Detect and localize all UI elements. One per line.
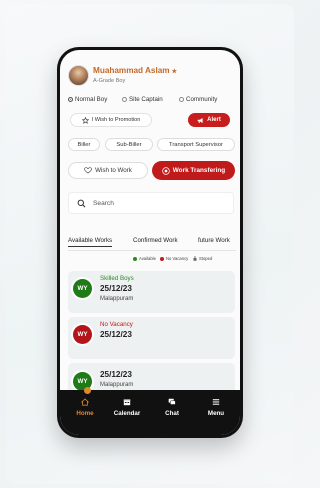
profile-grade: A-Grade Boy <box>93 78 126 84</box>
role-label: Community <box>186 96 218 103</box>
promotion-label: I Wish to Promotion <box>91 117 141 123</box>
nav-label: Home <box>76 410 94 417</box>
nav-label: Menu <box>207 410 225 417</box>
heart-icon <box>84 167 92 174</box>
star-outline-icon <box>81 116 89 124</box>
profile-name: Muahammad Aslam <box>93 66 170 75</box>
work-transfering-button[interactable]: Work Transfering <box>152 161 235 180</box>
wish-to-work-button[interactable]: Wish to Work <box>68 162 148 179</box>
chip-label: Biller <box>77 141 91 148</box>
radio-icon <box>68 97 73 102</box>
role-label: Normal Boy <box>75 96 108 103</box>
work-tabs: Available Works Confirmed Work future Wo… <box>68 237 240 251</box>
job-card[interactable]: WY No Vacancy 25/12/23 <box>68 317 235 359</box>
chip-label: Transport Supervisor <box>169 141 223 148</box>
nav-home[interactable]: Home <box>65 398 105 417</box>
chip-sub-biller[interactable]: Sub-Biller <box>105 138 153 151</box>
legend-stoped: Stoped <box>193 256 212 261</box>
status-legend: Available No Vacancy Stoped <box>133 256 240 264</box>
avatar[interactable] <box>68 65 89 86</box>
alert-label: Alert <box>207 117 221 123</box>
chip-biller[interactable]: Biller <box>68 138 100 151</box>
star-icon: ★ <box>171 69 177 75</box>
active-indicator <box>84 387 91 394</box>
role-label: Site Captain <box>129 96 163 103</box>
promotion-button[interactable]: I Wish to Promotion <box>70 113 152 127</box>
legend-label: Available <box>139 256 156 261</box>
status-dot <box>160 256 164 261</box>
nav-calendar[interactable]: Calendar <box>107 398 147 417</box>
job-location: Malappuram <box>100 382 134 388</box>
calendar-icon <box>123 399 131 406</box>
job-date: 25/12/23 <box>100 330 132 339</box>
job-date: 25/12/23 <box>100 370 132 379</box>
transfer-label: Work Transfering <box>172 167 226 174</box>
job-badge: WY <box>73 279 92 298</box>
nav-chat[interactable]: Chat <box>152 398 192 417</box>
job-date: 25/12/23 <box>100 284 132 293</box>
nav-label: Chat <box>165 410 179 417</box>
nav-menu[interactable]: Menu <box>196 398 236 417</box>
home-icon <box>81 398 89 406</box>
chat-icon <box>168 398 176 405</box>
alert-button[interactable]: Alert <box>188 113 230 127</box>
job-card[interactable]: WY Skilled Boys 25/12/23 Malappuram <box>68 271 235 313</box>
radio-icon <box>179 97 184 102</box>
status-dot <box>133 256 137 261</box>
lock-icon <box>193 256 197 261</box>
app-screen: Muahammad Aslam ★ A-Grade Boy Normal Boy … <box>60 50 240 435</box>
search-placeholder: Search <box>93 200 114 207</box>
legend-label: Stoped <box>199 256 213 261</box>
search-input[interactable]: Search <box>68 192 234 214</box>
wish-label: Wish to Work <box>95 167 132 174</box>
chip-label: Sub-Biller <box>116 141 142 148</box>
megaphone-icon <box>197 117 203 123</box>
chip-transport-supervisor[interactable]: Transport Supervisor <box>157 138 235 151</box>
profile-header: Muahammad Aslam ★ A-Grade Boy <box>68 64 232 94</box>
tab-divider <box>68 250 236 251</box>
role-normal-boy[interactable]: Normal Boy <box>68 96 107 103</box>
job-title: No Vacancy <box>100 321 133 328</box>
bottom-navigation: Home Calendar Chat Menu <box>60 387 240 435</box>
legend-label: No Vacancy <box>166 256 189 261</box>
nav-label: Calendar <box>113 410 141 417</box>
menu-icon <box>212 399 220 405</box>
tab-confirmed-work[interactable]: Confirmed Work <box>133 237 178 244</box>
phone-frame: Muahammad Aslam ★ A-Grade Boy Normal Boy … <box>57 47 243 438</box>
job-location: Malappuram <box>100 296 134 302</box>
radio-icon <box>122 97 127 102</box>
job-badge: WY <box>73 325 92 344</box>
role-selector: Normal Boy Site Captain Community <box>68 96 238 106</box>
role-community[interactable]: Community <box>179 96 217 103</box>
legend-available: Available <box>133 256 156 261</box>
transfer-icon <box>162 166 170 175</box>
job-title: Skilled Boys <box>100 275 134 282</box>
tab-available-works[interactable]: Available Works <box>68 237 113 247</box>
role-site-captain[interactable]: Site Captain <box>122 96 163 103</box>
search-icon <box>77 199 86 208</box>
tab-future-work[interactable]: future Work <box>198 237 230 244</box>
legend-no-vacancy: No Vacancy <box>160 256 188 261</box>
